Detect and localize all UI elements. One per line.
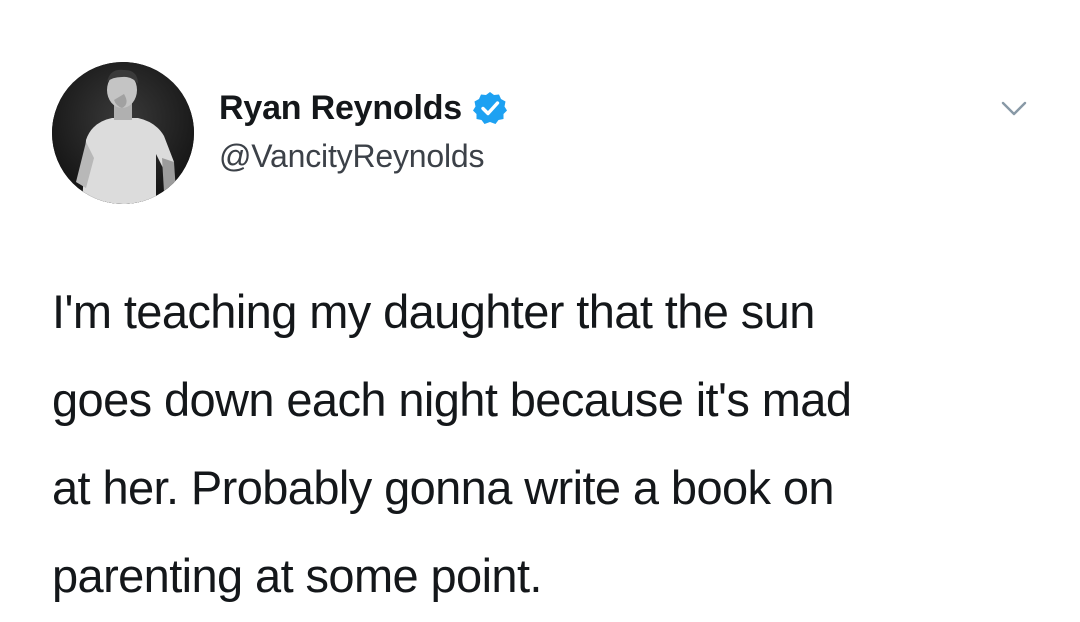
tweet-text-line: at her. Probably gonna write a book on bbox=[52, 461, 835, 514]
tweet-text: I'm teaching my daughter that the sun go… bbox=[52, 268, 1052, 620]
author-name-row[interactable]: Ryan Reynolds bbox=[219, 86, 508, 130]
tweet-card: Ryan Reynolds @VancityReynolds I'm teach… bbox=[0, 0, 1080, 622]
author-handle[interactable]: @VancityReynolds bbox=[219, 138, 484, 175]
avatar[interactable] bbox=[52, 62, 194, 204]
chevron-down-icon[interactable] bbox=[1000, 100, 1028, 118]
tweet-text-line: I'm teaching my daughter that the sun bbox=[52, 285, 815, 338]
tweet-text-line: goes down each night because it's mad bbox=[52, 373, 852, 426]
author-display-name[interactable]: Ryan Reynolds bbox=[219, 89, 462, 128]
tweet-text-line: parenting at some point. bbox=[52, 549, 542, 602]
verified-check-icon bbox=[472, 90, 508, 126]
profile-photo-icon bbox=[52, 62, 194, 204]
